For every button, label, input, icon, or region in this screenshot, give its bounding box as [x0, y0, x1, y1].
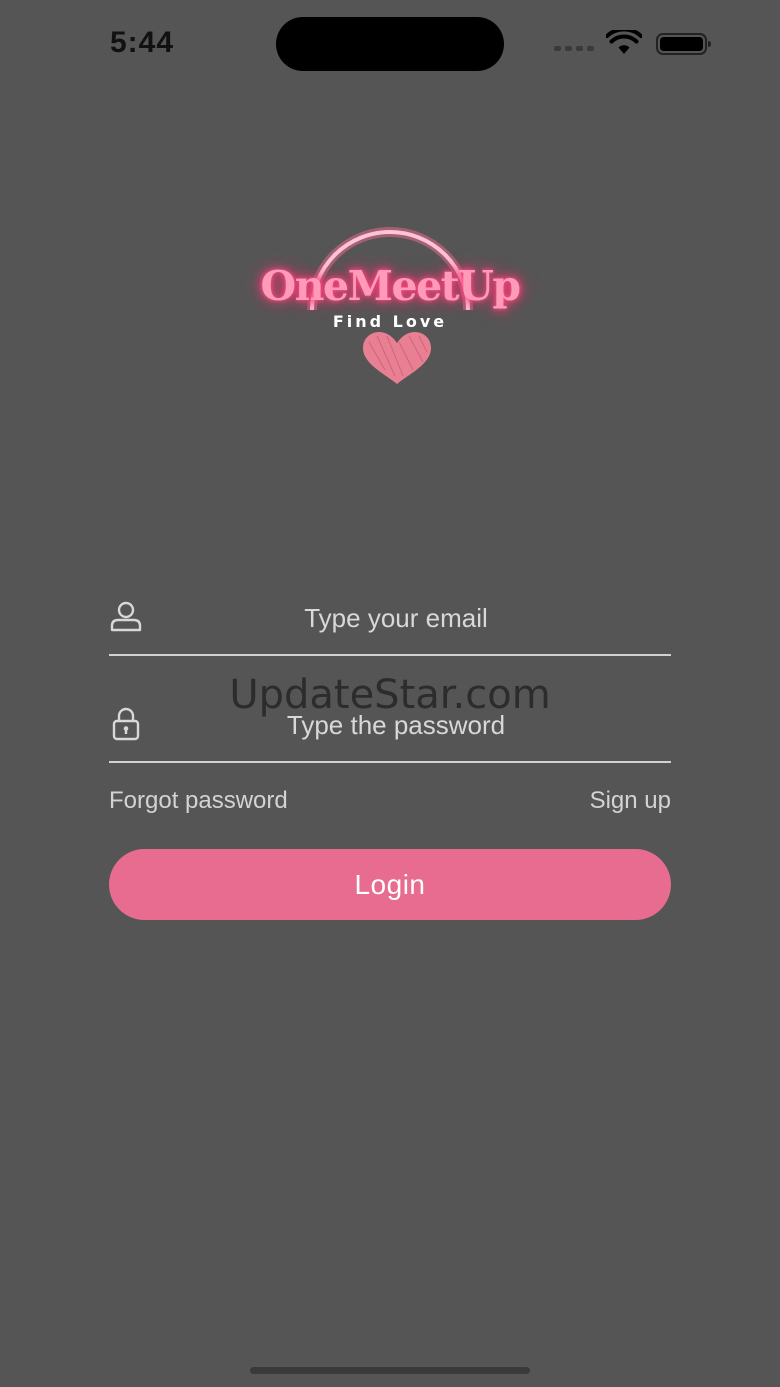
home-indicator[interactable] [250, 1367, 530, 1374]
forgot-password-link[interactable]: Forgot password [109, 787, 288, 815]
user-icon [110, 601, 142, 632]
battery-icon [656, 33, 712, 55]
heart-icon [363, 332, 431, 384]
email-input[interactable] [169, 594, 623, 642]
app-logo: OneMeetUp Find Love [250, 212, 530, 387]
lock-icon [112, 707, 140, 741]
signal-icon [554, 46, 594, 52]
dynamic-island [276, 17, 504, 71]
sign-up-link[interactable]: Sign up [590, 787, 671, 815]
logo-title: OneMeetUp [260, 262, 521, 310]
logo-tagline: Find Love [332, 312, 448, 331]
email-field[interactable] [109, 594, 671, 656]
status-time: 5:44 [110, 26, 175, 59]
password-field[interactable] [109, 701, 671, 763]
password-input[interactable] [169, 701, 623, 749]
login-button[interactable]: Login [109, 849, 671, 920]
wifi-icon [605, 27, 643, 56]
